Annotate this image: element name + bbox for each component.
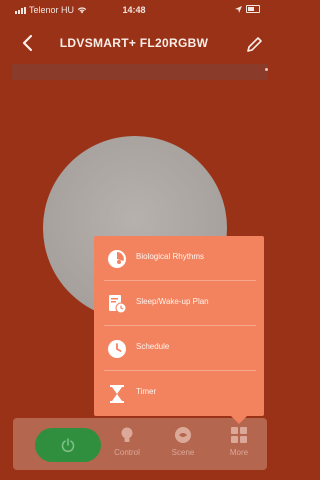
menu-item-label: Biological Rhythms [136,252,205,261]
status-bar: Telenor HU 14:48 [0,0,268,24]
back-icon[interactable] [18,32,38,54]
tab-control[interactable]: Control [105,426,149,457]
location-icon [235,5,242,13]
bulb-icon [121,427,133,442]
menu-item-biological-rhythms[interactable]: Biological Rhythms [94,236,264,281]
tab-more[interactable]: More [217,426,261,457]
status-right [235,5,260,13]
hourglass-icon [110,385,124,403]
clock-icon [108,340,126,358]
status-time: 14:48 [122,5,146,15]
battery-icon [246,5,260,13]
scene-icon [175,427,191,443]
edit-icon[interactable] [246,34,264,52]
biological-rhythms-icon [108,250,126,268]
menu-item-sleep-wakeup-plan[interactable]: Sleep/Wake-up Plan [94,281,264,326]
power-button[interactable] [35,428,101,462]
tab-scene[interactable]: Scene [161,426,205,457]
bottom-bar: Control Scene More [13,418,267,470]
menu-item-label: Timer [136,387,157,396]
tab-control-label: Control [114,448,140,457]
menu-item-label: Sleep/Wake-up Plan [136,297,209,306]
power-icon [61,438,75,453]
page-title: LDVSMART+ FL20RGBW [59,36,209,50]
sleep-plan-icon [109,295,127,314]
menu-item-label: Schedule [136,342,170,351]
more-menu-popup: Biological Rhythms Sleep/Wake-up Plan Sc… [94,236,264,424]
tab-scene-label: Scene [171,448,195,457]
tab-more-label: More [229,448,249,457]
menu-item-schedule[interactable]: Schedule [94,326,264,371]
header-strip [12,64,268,80]
grid-icon [231,427,247,443]
nav-bar: LDVSMART+ FL20RGBW [0,24,268,64]
menu-item-timer[interactable]: Timer [94,371,264,416]
